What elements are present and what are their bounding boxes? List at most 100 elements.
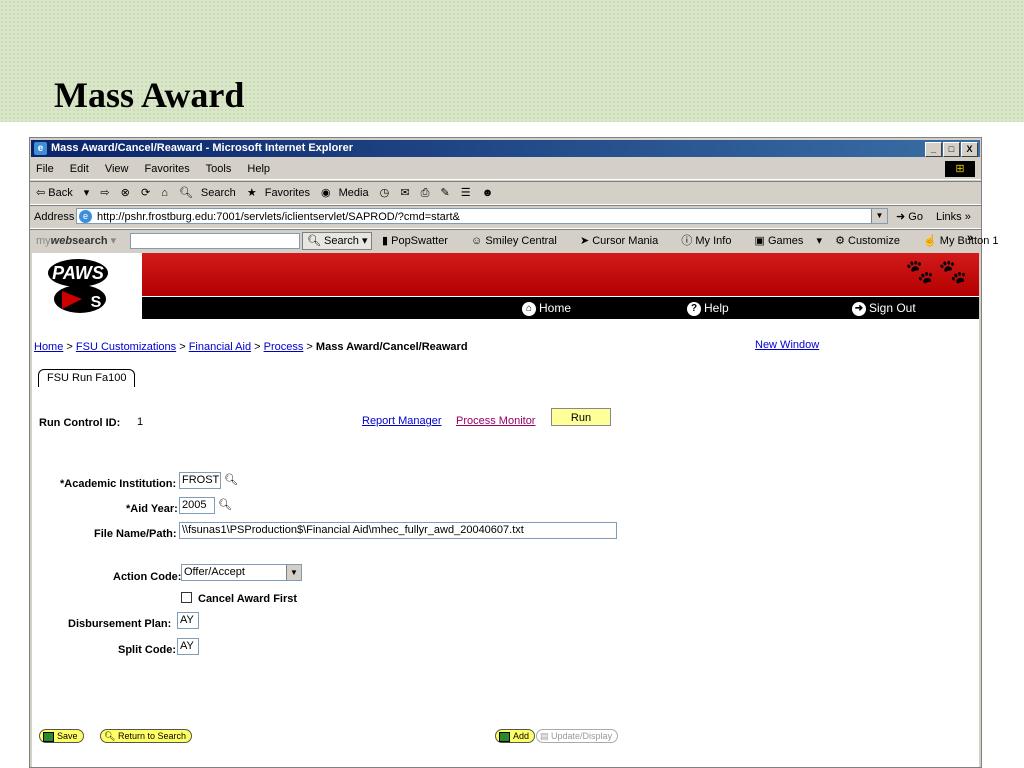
window-title: Mass Award/Cancel/Reaward - Microsoft In… xyxy=(51,142,353,154)
breadcrumb-fsu-customizations[interactable]: FSU Customizations xyxy=(76,341,176,353)
breadcrumb-financial-aid[interactable]: Financial Aid xyxy=(189,341,251,353)
toolbar-overflow-icon[interactable]: » xyxy=(967,227,973,249)
slide-header: Mass Award xyxy=(0,0,1024,122)
svg-text:PAWS: PAWS xyxy=(52,263,104,283)
my-button-1[interactable]: ☝ My Button 1 xyxy=(923,235,1008,247)
split-code-input[interactable]: AY xyxy=(177,638,199,655)
dropdown-arrow-icon[interactable]: ▾ xyxy=(84,187,90,199)
search-button-label: Search xyxy=(324,235,359,247)
history-icon[interactable]: ◷ xyxy=(380,187,390,199)
back-button[interactable]: ⇦ Back xyxy=(36,187,73,199)
search-button[interactable]: Search xyxy=(201,187,236,199)
svg-text:S: S xyxy=(91,294,102,311)
nav-signout[interactable]: ➜ Sign Out xyxy=(852,297,916,319)
breadcrumb: Home > FSU Customizations > Financial Ai… xyxy=(34,341,468,353)
minimize-button[interactable]: _ xyxy=(925,142,942,157)
breadcrumb-process[interactable]: Process xyxy=(264,341,304,353)
address-bar: Address e http://pshr.frostburg.edu:7001… xyxy=(30,205,981,229)
address-url: http://pshr.frostburg.edu:7001/servlets/… xyxy=(97,211,460,223)
home-icon[interactable]: ⌂ xyxy=(161,187,168,199)
menu-edit[interactable]: Edit xyxy=(70,163,89,175)
header-banner: 🐾︎🐾︎ xyxy=(142,253,979,296)
cancel-award-label: Cancel Award First xyxy=(198,593,298,605)
refresh-icon[interactable]: ⟳ xyxy=(141,187,150,199)
links-label: Links xyxy=(936,211,962,223)
favorites-button[interactable]: Favorites xyxy=(265,187,310,199)
save-icon xyxy=(43,731,54,742)
nav-help[interactable]: ? Help xyxy=(687,297,729,319)
chevron-down-icon: ▼ xyxy=(286,565,301,580)
popswatter-button[interactable]: ▮ PopSwatter xyxy=(382,235,458,247)
save-button[interactable]: Save xyxy=(39,729,84,743)
ie-window: e Mass Award/Cancel/Reaward - Microsoft … xyxy=(29,137,999,768)
menu-file[interactable]: File xyxy=(36,163,54,175)
breadcrumb-home[interactable]: Home xyxy=(34,341,63,353)
window-titlebar: e Mass Award/Cancel/Reaward - Microsoft … xyxy=(31,140,980,157)
messenger-icon[interactable]: ☻ xyxy=(482,187,494,199)
institution-lookup-icon[interactable]: 🔍︎ xyxy=(224,473,238,487)
cursor-mania-button[interactable]: ➤ Cursor Mania xyxy=(580,235,668,247)
address-dropdown-icon[interactable]: ▼ xyxy=(871,209,887,223)
process-monitor-link[interactable]: Process Monitor xyxy=(456,415,535,427)
aid-year-input[interactable]: 2005 xyxy=(179,497,215,514)
search-icon[interactable]: 🔍︎ xyxy=(179,187,193,199)
breadcrumb-current: Mass Award/Cancel/Reaward xyxy=(315,341,468,353)
stop-icon[interactable]: ⊗ xyxy=(121,187,130,199)
ie-toolbar: ⇦ Back ▾ ⇨ ⊗ ⟳ ⌂ 🔍︎ Search ★ Favorites ◉ Me… xyxy=(30,181,981,205)
add-button[interactable]: Add xyxy=(495,729,536,743)
ie-logo-icon: e xyxy=(34,142,47,155)
smiley-central-button[interactable]: ☺ Smiley Central xyxy=(471,235,567,247)
action-code-select[interactable]: Offer/Accept ▼ xyxy=(181,564,302,581)
update-display-button: ▤ Update/Display xyxy=(536,729,619,743)
windows-flag-icon: ⊞ xyxy=(945,161,975,177)
customize-button[interactable]: ⚙ Customize xyxy=(835,235,910,247)
run-control-value: 1 xyxy=(137,416,144,428)
discuss-icon[interactable]: ☰ xyxy=(461,187,471,199)
signout-icon: ➜ xyxy=(852,301,866,316)
tab-fsu-run-fa100[interactable]: FSU Run Fa100 xyxy=(38,369,136,387)
links-button[interactable]: Links » xyxy=(936,206,971,228)
slide-title: Mass Award xyxy=(54,75,245,115)
menu-view[interactable]: View xyxy=(105,163,129,175)
add-icon xyxy=(499,731,510,742)
cancel-award-checkbox[interactable] xyxy=(181,592,192,603)
mywebsearch-input[interactable] xyxy=(130,233,300,249)
go-button[interactable]: ➜ Go xyxy=(896,206,923,228)
favorites-icon[interactable]: ★ xyxy=(247,187,257,199)
search-icon: 🔍︎ xyxy=(104,731,116,741)
media-icon[interactable]: ◉ xyxy=(321,187,331,199)
paw-prints-icon: 🐾︎🐾︎ xyxy=(902,257,969,287)
menu-bar: File Edit View Favorites Tools Help ⊞ xyxy=(30,159,981,180)
update-icon: ▤ xyxy=(540,731,549,741)
menu-help[interactable]: Help xyxy=(247,163,270,175)
edit-icon[interactable]: ✎ xyxy=(441,187,450,199)
aid-year-lookup-icon[interactable]: 🔍︎ xyxy=(218,498,232,512)
mywebsearch-logo: mywebsearch ▾ xyxy=(36,235,117,247)
home-icon: ⌂ xyxy=(522,301,536,316)
menu-tools[interactable]: Tools xyxy=(206,163,232,175)
run-control-label: Run Control ID: xyxy=(39,417,121,429)
file-path-input[interactable]: \\fsunas1\PSProduction$\Financial Aid\mh… xyxy=(179,522,617,539)
go-label: Go xyxy=(908,211,923,223)
file-path-label: File Name/Path: xyxy=(94,528,177,540)
new-window-link[interactable]: New Window xyxy=(755,339,819,351)
mywebsearch-search-button[interactable]: 🔍︎ Search ▾ xyxy=(302,232,373,250)
print-icon[interactable]: ⎙ xyxy=(421,187,430,199)
nav-home[interactable]: ⌂ Home xyxy=(522,297,571,319)
institution-input[interactable]: FROST xyxy=(179,472,221,489)
report-manager-link[interactable]: Report Manager xyxy=(362,415,442,427)
mail-icon[interactable]: ✉ xyxy=(400,187,409,199)
run-button[interactable]: Run xyxy=(551,408,611,426)
my-info-button[interactable]: ⓘ My Info xyxy=(681,235,741,247)
address-input[interactable]: e http://pshr.frostburg.edu:7001/servlet… xyxy=(76,208,888,224)
close-button[interactable]: X xyxy=(961,142,978,157)
split-code-label: Split Code: xyxy=(118,644,177,656)
forward-button[interactable]: ⇨ xyxy=(100,187,109,199)
menu-favorites[interactable]: Favorites xyxy=(145,163,190,175)
maximize-button[interactable]: □ xyxy=(943,142,960,157)
return-to-search-button[interactable]: 🔍︎ Return to Search xyxy=(100,729,192,743)
disbursement-plan-input[interactable]: AY xyxy=(177,612,199,629)
page-icon: e xyxy=(79,210,92,223)
games-button[interactable]: ▣ Games ▾ xyxy=(755,235,823,247)
media-button[interactable]: Media xyxy=(339,187,369,199)
